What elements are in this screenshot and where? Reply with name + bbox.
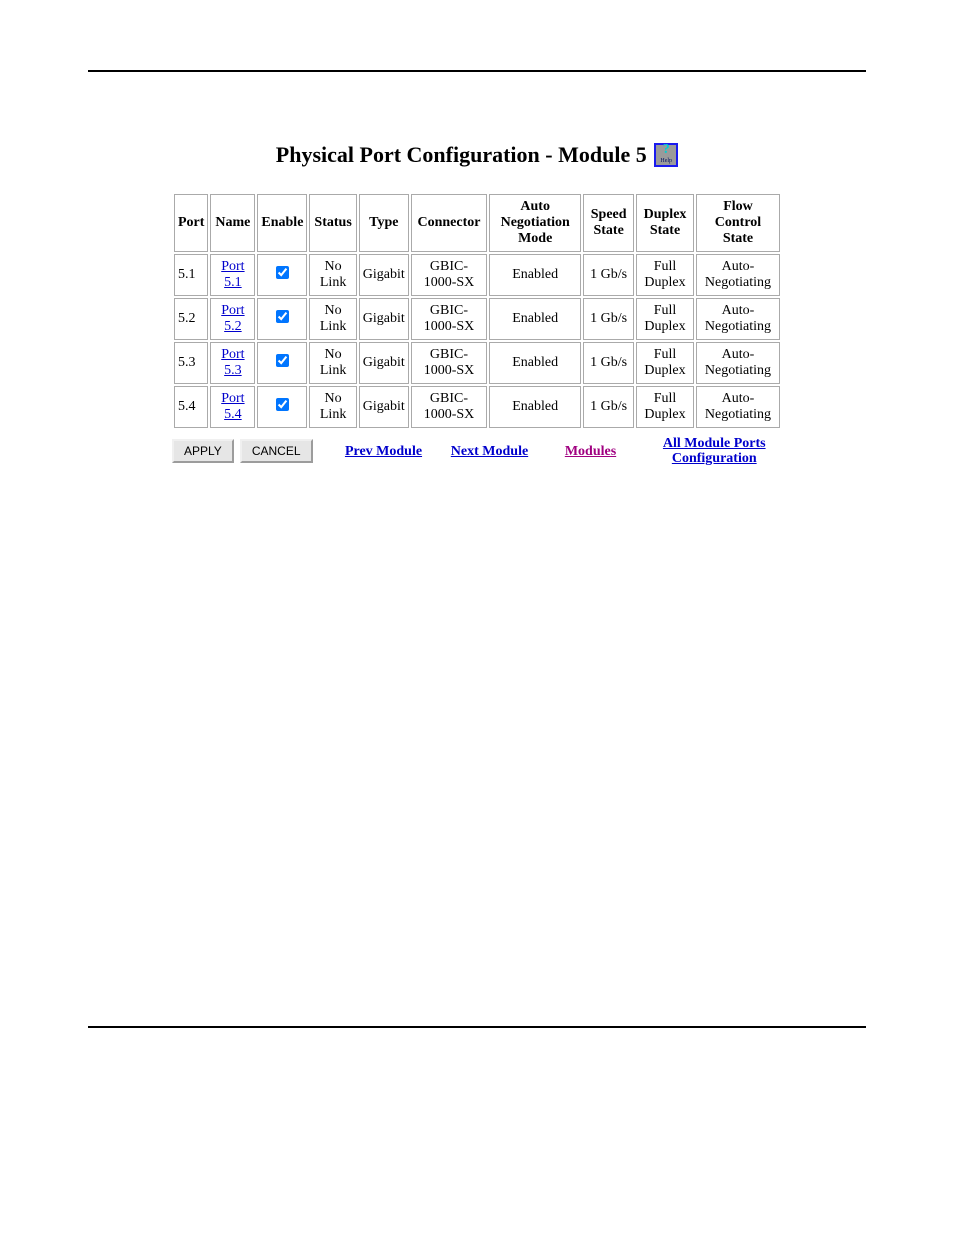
- port-name-link[interactable]: Port 5.2: [221, 303, 244, 334]
- ports-table: Port Name Enable Status Type Connector A…: [172, 192, 782, 430]
- col-enable: Enable: [257, 194, 307, 252]
- table-cell: Port 5.4: [210, 386, 255, 428]
- table-cell: 1 Gb/s: [583, 386, 634, 428]
- table-cell: GBIC-1000-SX: [411, 298, 487, 340]
- port-name-link[interactable]: Port 5.4: [221, 391, 244, 422]
- table-cell: [257, 254, 307, 296]
- table-cell: Auto-Negotiating: [696, 342, 780, 384]
- cancel-button[interactable]: CANCEL: [240, 439, 313, 463]
- next-module-link[interactable]: Next Module: [451, 444, 528, 459]
- col-status: Status: [309, 194, 356, 252]
- table-cell: [257, 386, 307, 428]
- modules-link[interactable]: Modules: [565, 444, 616, 459]
- port-name-link[interactable]: Port 5.3: [221, 347, 244, 378]
- table-cell: Port 5.3: [210, 342, 255, 384]
- table-row: 5.2 Port 5.2 No LinkGigabitGBIC-1000-SXEna…: [174, 298, 780, 340]
- table-row: 5.1 Port 5.1 No LinkGigabitGBIC-1000-SXEna…: [174, 254, 780, 296]
- footer-row: APPLY CANCEL Prev Module Next Module Mod…: [172, 436, 782, 466]
- col-duplex: Duplex State: [636, 194, 694, 252]
- table-cell: [257, 342, 307, 384]
- col-autoneg: Auto Negotiation Mode: [489, 194, 581, 252]
- table-cell: Enabled: [489, 342, 581, 384]
- page-title: Physical Port Configuration - Module 5: [276, 142, 647, 167]
- port-name-link[interactable]: Port 5.1: [221, 259, 244, 290]
- table-cell: No Link: [309, 386, 356, 428]
- table-row: 5.3 Port 5.3 No LinkGigabitGBIC-1000-SXEna…: [174, 342, 780, 384]
- table-cell: Port 5.2: [210, 298, 255, 340]
- enable-checkbox[interactable]: [276, 310, 289, 323]
- table-cell: Full Duplex: [636, 254, 694, 296]
- all-module-ports-link[interactable]: All Module Ports Configuration: [663, 436, 766, 466]
- table-cell: Gigabit: [359, 386, 409, 428]
- ports-header-row: Port Name Enable Status Type Connector A…: [174, 194, 780, 252]
- top-divider: [88, 70, 866, 72]
- table-cell: [257, 298, 307, 340]
- col-connector: Connector: [411, 194, 487, 252]
- table-row: 5.4 Port 5.4 No LinkGigabitGBIC-1000-SXEna…: [174, 386, 780, 428]
- enable-checkbox[interactable]: [276, 354, 289, 367]
- table-cell: 5.2: [174, 298, 208, 340]
- table-cell: Auto-Negotiating: [696, 254, 780, 296]
- table-cell: 5.4: [174, 386, 208, 428]
- col-type: Type: [359, 194, 409, 252]
- bottom-divider: [88, 1026, 866, 1028]
- col-speed: Speed State: [583, 194, 634, 252]
- col-port: Port: [174, 194, 208, 252]
- table-cell: No Link: [309, 342, 356, 384]
- table-cell: 1 Gb/s: [583, 298, 634, 340]
- table-cell: Enabled: [489, 386, 581, 428]
- table-cell: 1 Gb/s: [583, 254, 634, 296]
- help-icon-text: Help: [656, 158, 676, 165]
- table-cell: Full Duplex: [636, 386, 694, 428]
- apply-button[interactable]: APPLY: [172, 439, 234, 463]
- table-cell: Gigabit: [359, 342, 409, 384]
- enable-checkbox[interactable]: [276, 266, 289, 279]
- table-cell: 1 Gb/s: [583, 342, 634, 384]
- table-cell: No Link: [309, 254, 356, 296]
- table-cell: 5.1: [174, 254, 208, 296]
- table-cell: No Link: [309, 298, 356, 340]
- table-cell: Gigabit: [359, 254, 409, 296]
- table-cell: 5.3: [174, 342, 208, 384]
- table-cell: Enabled: [489, 298, 581, 340]
- table-cell: Full Duplex: [636, 298, 694, 340]
- prev-module-link[interactable]: Prev Module: [345, 444, 422, 459]
- table-cell: GBIC-1000-SX: [411, 386, 487, 428]
- help-icon-qmark: ?: [656, 143, 676, 157]
- table-cell: Gigabit: [359, 298, 409, 340]
- title-row: Physical Port Configuration - Module 5 ?…: [88, 142, 866, 168]
- table-cell: Port 5.1: [210, 254, 255, 296]
- table-cell: GBIC-1000-SX: [411, 342, 487, 384]
- table-cell: Full Duplex: [636, 342, 694, 384]
- table-cell: Auto-Negotiating: [696, 386, 780, 428]
- help-icon[interactable]: ? Help: [654, 143, 678, 167]
- table-cell: GBIC-1000-SX: [411, 254, 487, 296]
- enable-checkbox[interactable]: [276, 398, 289, 411]
- table-cell: Enabled: [489, 254, 581, 296]
- col-name: Name: [210, 194, 255, 252]
- table-cell: Auto-Negotiating: [696, 298, 780, 340]
- col-flow: Flow Control State: [696, 194, 780, 252]
